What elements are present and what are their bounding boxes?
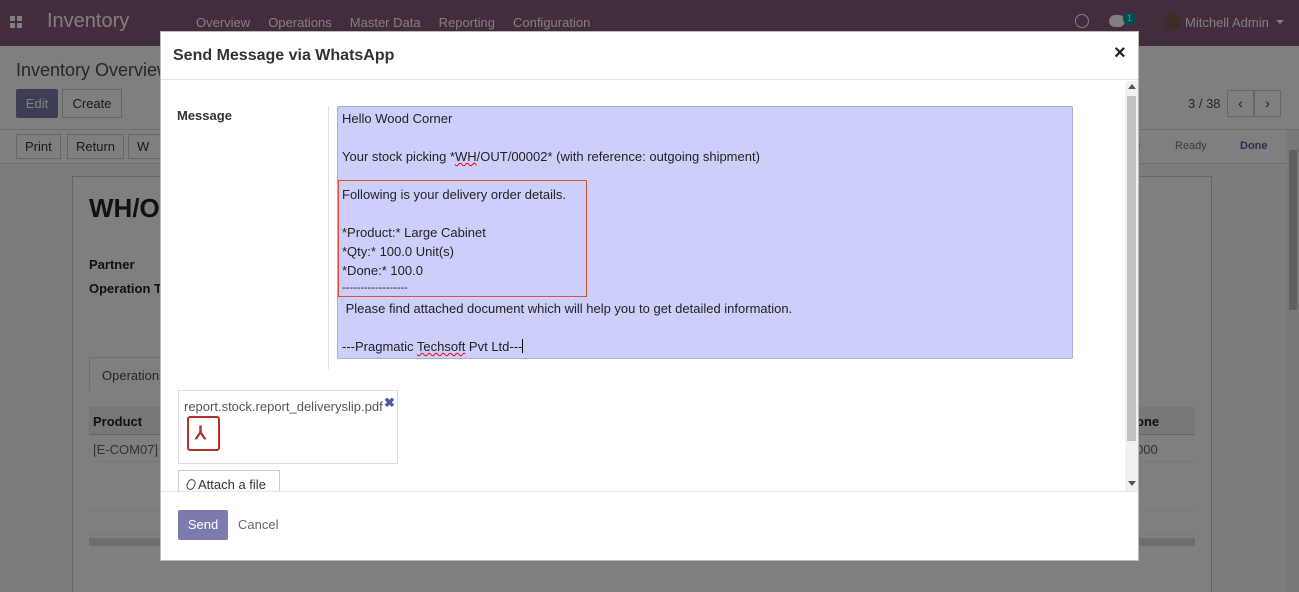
send-button[interactable]: Send (178, 510, 228, 540)
attach-file-label: Attach a file (198, 477, 266, 491)
message-textarea[interactable]: Hello Wood Corner Your stock picking *WH… (337, 106, 1073, 359)
message-line: ---Pragmatic Techsoft Pvt Ltd--- (342, 339, 524, 354)
field-divider (328, 106, 329, 369)
dialog-title: Send Message via WhatsApp (173, 47, 395, 64)
message-line: *Product:* Large Cabinet (342, 225, 486, 240)
attachment-card[interactable]: report.stock.report_deliveryslip.pdf ✖ ⅄ (178, 390, 398, 464)
message-line: *Qty:* 100.0 Unit(s) (342, 244, 454, 259)
message-line: Your stock picking *WH/OUT/00002* (with … (342, 149, 760, 164)
cancel-button[interactable]: Cancel (238, 517, 278, 532)
remove-attachment-icon[interactable]: ✖ (384, 395, 395, 411)
message-line: ------------------ (342, 282, 408, 294)
dialog-body: Message Hello Wood Corner Your stock pic… (161, 81, 1138, 491)
message-line: *Done:* 100.0 (342, 263, 423, 278)
dialog-scrollbar-thumb[interactable] (1127, 96, 1136, 441)
attachment-name[interactable]: report.stock.report_deliveryslip.pdf (184, 399, 383, 414)
message-line: Please find attached document which will… (342, 301, 793, 316)
paperclip-icon (185, 477, 197, 491)
message-line: Following is your delivery order details… (342, 187, 566, 202)
dialog-header: Send Message via WhatsApp × (161, 32, 1138, 80)
close-icon[interactable]: × (1114, 43, 1126, 63)
scroll-up-icon[interactable] (1128, 84, 1136, 89)
whatsapp-dialog: Send Message via WhatsApp × Message Hell… (160, 31, 1139, 561)
message-line: Hello Wood Corner (342, 111, 453, 126)
pdf-file-icon[interactable]: ⅄ (187, 416, 220, 451)
attach-file-button[interactable]: Attach a file (178, 470, 280, 491)
scroll-down-icon[interactable] (1128, 481, 1136, 486)
dialog-footer: Send Cancel (161, 491, 1138, 560)
text-cursor (522, 339, 524, 353)
message-label: Message (177, 108, 232, 123)
